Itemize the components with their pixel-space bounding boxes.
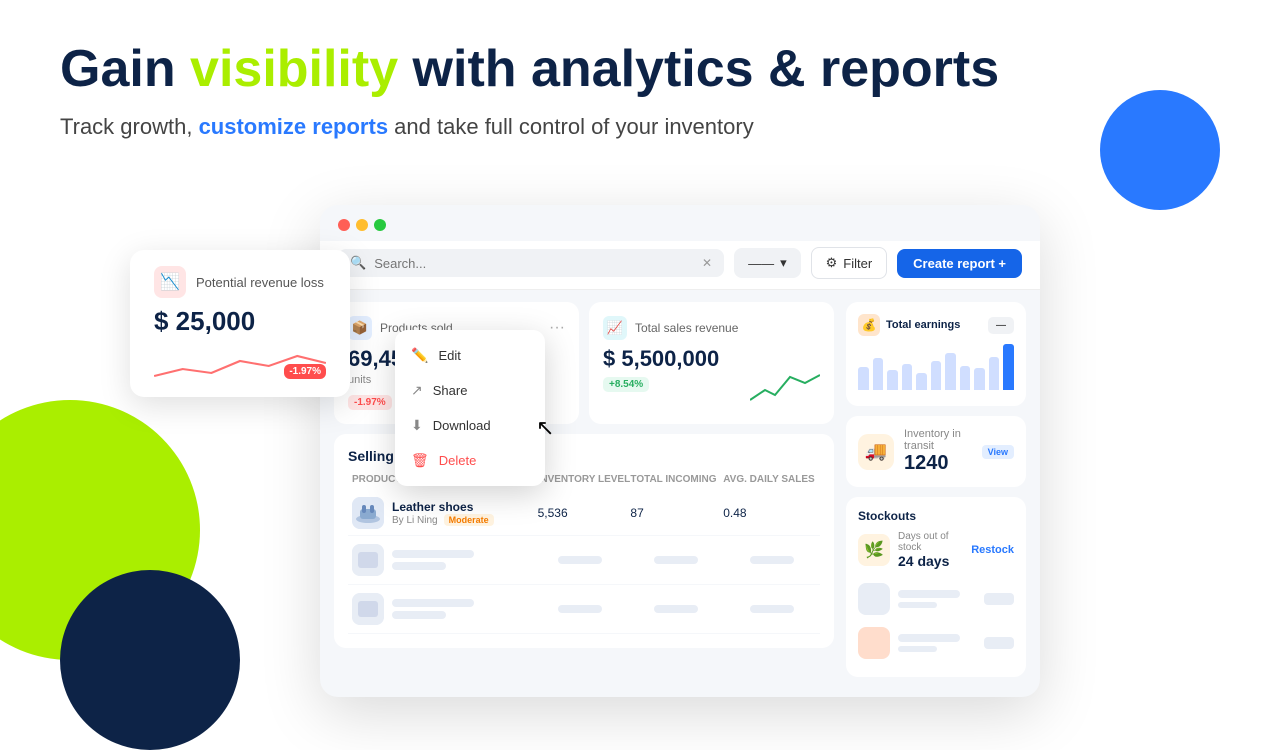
context-menu: ✏️ Edit ↗ Share ⬇ Download 🗑 Delete (395, 330, 545, 486)
sales-title: Total sales revenue (635, 321, 738, 335)
bar-6 (945, 353, 956, 390)
revenue-icon: 📉 (154, 266, 186, 298)
subtitle-start: Track growth, (60, 114, 199, 139)
search-bar[interactable]: 🔍 ✕ (338, 249, 724, 277)
bar-3 (902, 364, 913, 390)
products-icon: 📦 (348, 316, 372, 340)
window-chrome (320, 205, 1040, 241)
transit-label: Inventory in transit (904, 428, 972, 452)
bar-7 (960, 366, 971, 390)
hero-title: Gain visibility with analytics & reports (60, 40, 999, 100)
bar-8 (974, 368, 985, 390)
delete-icon: 🗑 (411, 452, 429, 469)
bar-5 (931, 361, 942, 390)
hero-section: Gain visibility with analytics & reports… (60, 40, 999, 140)
earnings-ctrl-button[interactable]: — (988, 317, 1014, 334)
revenue-loss-label: Potential revenue loss (196, 275, 324, 290)
stockout-label: Days out of stock (898, 531, 963, 553)
stockout-skeleton-2 (858, 621, 1014, 665)
col-daily: Avg. daily sales (723, 474, 816, 485)
subtitle-end: and take full control of your inventory (388, 114, 754, 139)
bar-10 (1003, 344, 1014, 390)
hero-title-highlight: visibility (190, 40, 398, 98)
stockout-item: 🌿 Days out of stock 24 days Restock (858, 531, 1014, 569)
product-name: Leather shoes (392, 500, 494, 514)
chrome-maximize[interactable] (374, 219, 386, 231)
product-brand: By Li Ning (392, 515, 438, 526)
skeleton-row-1 (348, 536, 820, 585)
transit-card: 🚚 Inventory in transit 1240 View (846, 416, 1026, 487)
deco-blue-circle (1100, 90, 1220, 210)
transit-badge[interactable]: View (982, 445, 1014, 459)
earnings-title: Total earnings (886, 319, 960, 331)
sales-mini-chart (750, 365, 820, 410)
col-inventory: Inventory level (538, 474, 631, 485)
total-sales-card: 📈 Total sales revenue $ 5,500,000 +8.54% (589, 302, 834, 424)
stockout-icon: 🌿 (858, 534, 890, 566)
deco-dark-circle (60, 570, 240, 750)
hero-title-end: with analytics & reports (398, 40, 999, 98)
bar-9 (989, 357, 1000, 390)
subtitle-bold: customize reports (199, 114, 389, 139)
total-incoming: 87 (630, 506, 723, 520)
skeleton-row-2 (348, 585, 820, 634)
search-icon: 🔍 (350, 255, 366, 271)
create-report-button[interactable]: Create report + (897, 249, 1022, 278)
menu-download[interactable]: ⬇ Download (395, 408, 545, 443)
restock-button[interactable]: Restock (971, 544, 1014, 556)
product-thumb (352, 497, 384, 529)
revenue-loss-card: 📉 Potential revenue loss $ 25,000 -1.97% (130, 250, 350, 397)
moderate-badge: Moderate (444, 514, 494, 526)
right-column: 💰 Total earnings — 🚚 Inventory in transi… (846, 302, 1026, 677)
filter-icon: ⚙ (826, 255, 838, 271)
hero-subtitle: Track growth, customize reports and take… (60, 114, 999, 140)
share-icon: ↗ (411, 382, 423, 399)
revenue-badge: -1.97% (284, 364, 326, 379)
transit-value: 1240 (904, 452, 972, 475)
stockouts-card: Stockouts 🌿 Days out of stock 24 days Re… (846, 497, 1026, 677)
skeleton-thumb (352, 544, 384, 576)
products-badge: -1.97% (348, 395, 392, 410)
total-earnings-card: 💰 Total earnings — (846, 302, 1026, 406)
col-incoming: Total incoming (630, 474, 723, 485)
bar-0 (858, 367, 869, 390)
bar-2 (887, 370, 898, 390)
hero-title-start: Gain (60, 40, 190, 98)
search-clear-icon[interactable]: ✕ (702, 256, 712, 270)
stockout-skeleton-1 (858, 577, 1014, 621)
avg-daily: 0.48 (723, 506, 816, 520)
revenue-loss-amount: $ 25,000 (154, 306, 326, 337)
revenue-mini-chart: -1.97% (154, 341, 326, 381)
chrome-minimize[interactable] (356, 219, 368, 231)
skeleton-thumb-2 (352, 593, 384, 625)
edit-icon: ✏️ (411, 347, 428, 364)
menu-delete[interactable]: 🗑 Delete (395, 443, 545, 478)
table-row: Leather shoes By Li Ning Moderate 5,536 … (348, 491, 820, 536)
earnings-icon: 💰 (858, 314, 880, 336)
toolbar: 🔍 ✕ —— ▾ ⚙ Filter Create report + (320, 241, 1040, 290)
sales-badge: +8.54% (603, 377, 649, 392)
menu-edit[interactable]: ✏️ Edit (395, 338, 545, 373)
products-more-button[interactable]: ··· (549, 319, 565, 337)
download-icon: ⬇ (411, 417, 423, 434)
bar-chart (858, 344, 1014, 394)
chrome-close[interactable] (338, 219, 350, 231)
menu-share[interactable]: ↗ Share (395, 373, 545, 408)
search-input[interactable] (374, 256, 694, 271)
bar-1 (873, 358, 884, 390)
dropdown-button[interactable]: —— ▾ (734, 248, 801, 278)
filter-button[interactable]: ⚙ Filter (811, 247, 888, 279)
stockout-value: 24 days (898, 553, 963, 569)
transit-icon: 🚚 (858, 434, 894, 470)
product-info: Leather shoes By Li Ning Moderate (352, 497, 538, 529)
sales-icon: 📈 (603, 316, 627, 340)
inventory-level: 5,536 (538, 506, 631, 520)
stockouts-title: Stockouts (858, 509, 1014, 523)
bar-4 (916, 373, 927, 390)
